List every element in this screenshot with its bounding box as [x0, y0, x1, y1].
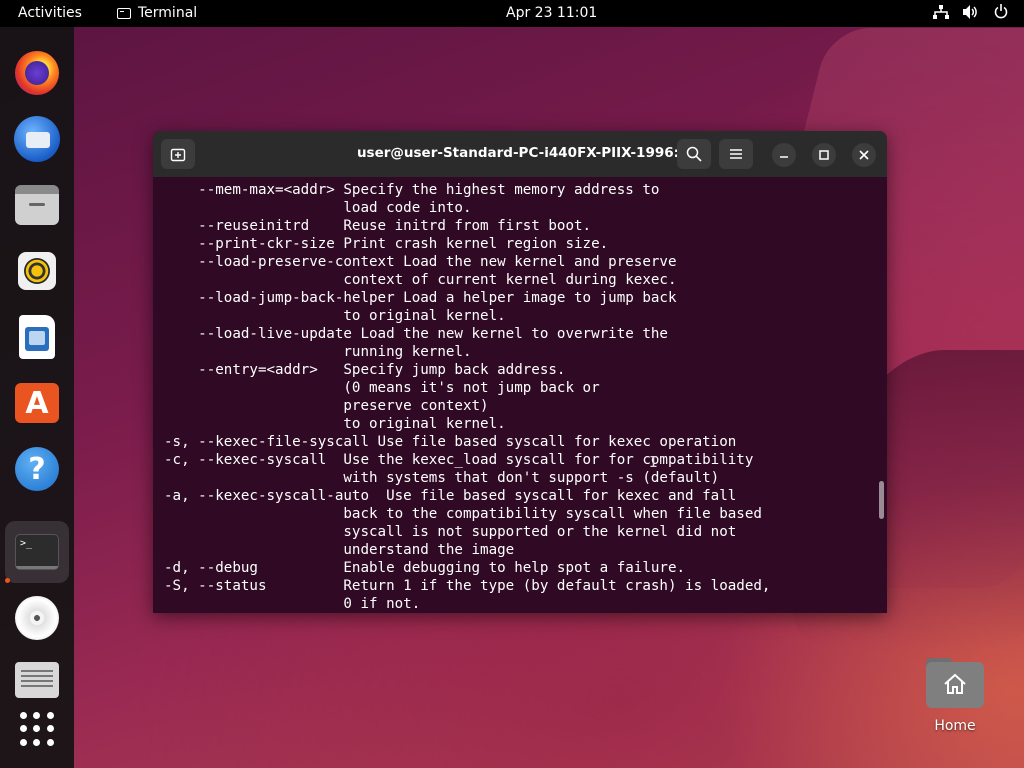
activities-button[interactable]: Activities	[18, 5, 82, 21]
home-icon	[944, 673, 966, 694]
terminal-line: (0 means it's not jump back or	[164, 380, 600, 396]
terminal-line: --print-ckr-size Print crash kernel regi…	[164, 236, 609, 252]
writer-icon	[19, 315, 55, 359]
terminal-line: --load-live-update Load the new kernel t…	[164, 326, 668, 342]
dock-thunderbird[interactable]	[11, 113, 63, 165]
scrollbar-thumb[interactable]	[879, 481, 884, 519]
terminal-line: preserve context)	[164, 398, 489, 414]
title-bar[interactable]: user@user-Standard-PC-i440FX-PIIX-1996: …	[153, 131, 887, 177]
terminal-line: -S, --status Return 1 if the type (by de…	[164, 578, 771, 594]
dock-terminal[interactable]: >_	[5, 521, 69, 583]
files-icon	[15, 185, 59, 225]
show-apps-button[interactable]	[11, 703, 63, 755]
dock-dvd[interactable]	[11, 592, 63, 644]
app-menu-label: Terminal	[138, 5, 198, 21]
menu-button[interactable]	[719, 139, 753, 169]
terminal-line: --load-preserve-context Load the new ker…	[164, 254, 677, 270]
close-button[interactable]	[852, 143, 876, 167]
text-editor-icon	[15, 662, 59, 698]
terminal-line: back to the compatibility syscall when f…	[164, 506, 762, 522]
terminal-output[interactable]: --mem-max=<addr> Specify the highest mem…	[153, 177, 887, 613]
terminal-line: with systems that don't support -s (defa…	[164, 470, 720, 486]
dock: A ? >_	[0, 27, 74, 768]
close-icon	[859, 150, 869, 160]
home-folder[interactable]	[926, 656, 986, 712]
volume-icon	[963, 4, 977, 19]
terminal-line: to original kernel.	[164, 308, 506, 324]
show-apps-icon	[20, 712, 54, 746]
dock-help[interactable]: ?	[11, 443, 63, 495]
network-icon	[933, 4, 949, 19]
running-indicator	[5, 578, 10, 583]
terminal-line: --entry=<addr> Specify jump back address…	[164, 362, 566, 378]
terminal-line: -d, --debug Enable debugging to help spo…	[164, 560, 686, 576]
terminal-line: understand the image	[164, 542, 515, 558]
dvd-icon	[15, 596, 59, 640]
dock-text-editor[interactable]	[11, 654, 63, 706]
terminal-window: user@user-Standard-PC-i440FX-PIIX-1996: …	[153, 131, 887, 613]
search-button[interactable]	[677, 139, 711, 169]
minimize-icon	[780, 156, 788, 158]
power-icon	[994, 4, 1008, 19]
help-icon: ?	[15, 447, 59, 491]
terminal-line: context of current kernel during kexec.	[164, 272, 677, 288]
maximize-button[interactable]	[812, 143, 836, 167]
system-menu[interactable]	[933, 4, 1008, 19]
text-cursor-icon: I	[649, 453, 659, 471]
clock[interactable]: Apr 23 11:01	[506, 5, 597, 21]
terminal-line: -a, --kexec-syscall-auto Use file based …	[164, 488, 737, 504]
terminal-line: --reuseinitrd Reuse initrd from first bo…	[164, 218, 592, 234]
terminal-line: load code into.	[164, 200, 472, 216]
dock-files[interactable]	[11, 179, 63, 231]
terminal-line: -c, --kexec-syscall Use the kexec_load s…	[164, 452, 754, 468]
dock-app-center[interactable]: A	[11, 377, 63, 429]
maximize-icon	[819, 150, 829, 160]
thunderbird-icon	[14, 116, 60, 162]
rhythmbox-icon	[18, 252, 56, 290]
terminal-line: --load-jump-back-helper Load a helper im…	[164, 290, 677, 306]
terminal-line: syscall is not supported or the kernel d…	[164, 524, 737, 540]
home-folder-label[interactable]: Home	[924, 718, 986, 734]
terminal-icon: >_	[15, 534, 59, 570]
terminal-line: to original kernel.	[164, 416, 506, 432]
terminal-line: running kernel.	[164, 344, 472, 360]
dock-firefox[interactable]	[11, 47, 63, 99]
terminal-icon	[117, 7, 131, 19]
terminal-line: 0 if not.	[164, 596, 421, 612]
terminal-line: -s, --kexec-file-syscall Use file based …	[164, 434, 737, 450]
firefox-icon	[15, 51, 59, 95]
app-center-icon: A	[15, 383, 59, 423]
hamburger-icon	[730, 149, 742, 159]
dock-writer[interactable]	[11, 311, 63, 363]
app-menu[interactable]: Terminal	[117, 5, 197, 21]
dock-rhythmbox[interactable]	[11, 245, 63, 297]
terminal-line: --mem-max=<addr> Specify the highest mem…	[164, 182, 660, 198]
top-bar: Activities Terminal Apr 23 11:01	[0, 0, 1024, 27]
minimize-button[interactable]	[772, 143, 796, 167]
search-icon	[686, 146, 702, 162]
